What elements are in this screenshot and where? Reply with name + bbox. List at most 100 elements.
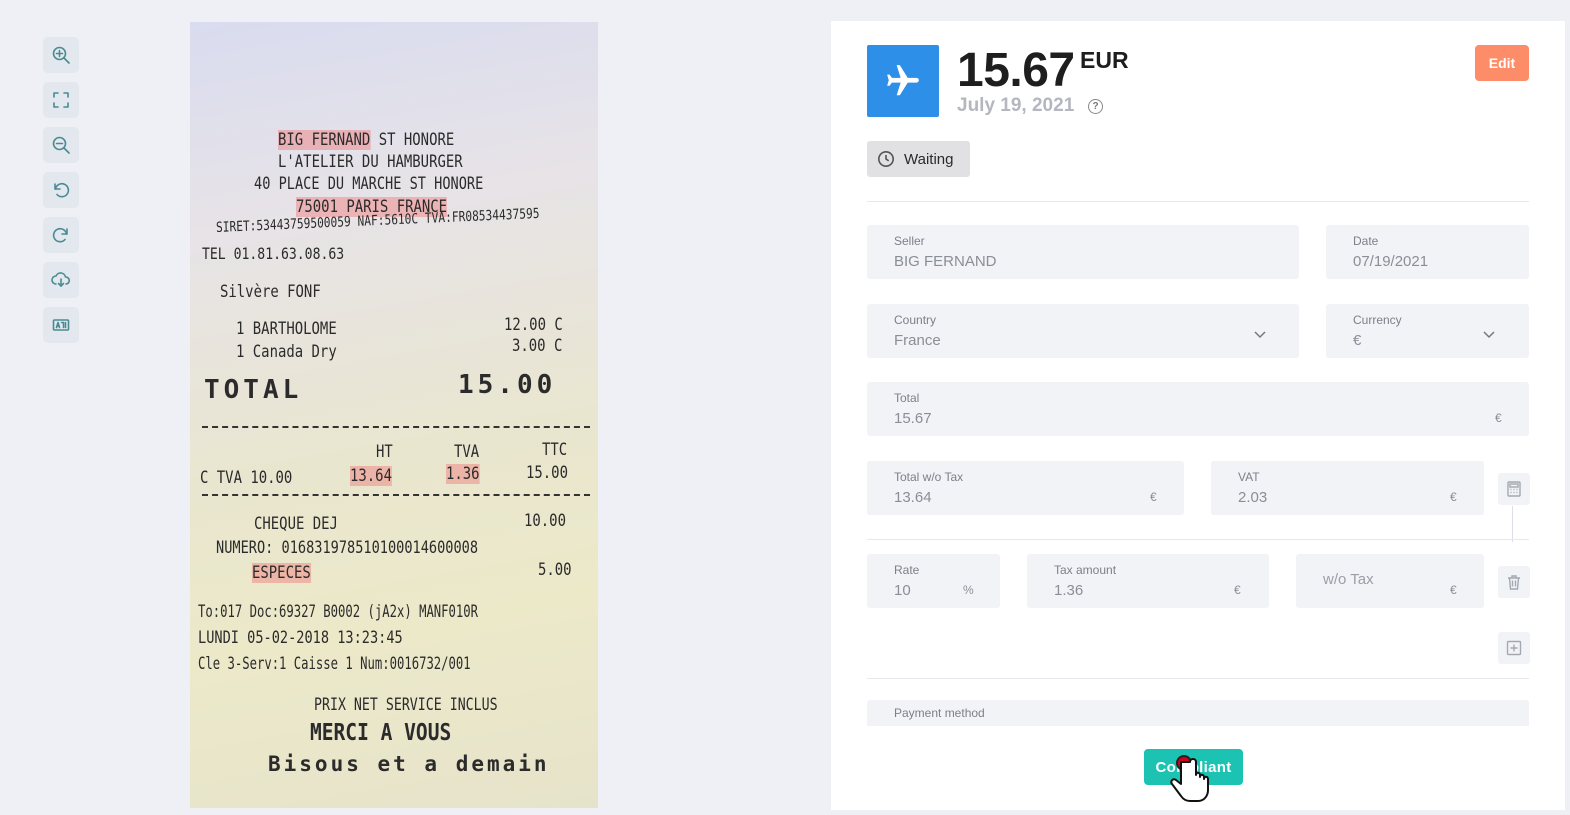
category-badge[interactable] — [867, 45, 939, 117]
connector-line — [1512, 506, 1513, 542]
fullscreen-button[interactable] — [43, 82, 79, 118]
field-value: 10 — [894, 582, 911, 599]
divider — [867, 539, 1529, 540]
receipt-line: 1 BARTHOLOME — [236, 319, 337, 339]
chevron-down-icon — [1483, 326, 1495, 339]
field-label: Seller — [894, 234, 925, 248]
rotate-left-icon — [54, 182, 70, 198]
vat-field[interactable]: VAT 2.03 € — [1211, 461, 1484, 515]
receipt-line: TEL 01.81.63.08.63 — [202, 244, 345, 263]
total-wo-tax-field[interactable]: Total w/o Tax 13.64 € — [867, 461, 1184, 515]
receipt-line: CHEQUE DEJ — [254, 514, 338, 534]
calculator-button[interactable] — [1498, 473, 1530, 505]
airplane-icon — [887, 65, 919, 96]
country-select[interactable]: Country France — [867, 304, 1299, 358]
receipt-line: 10.00 — [524, 511, 566, 531]
field-value: 15.67 — [894, 410, 932, 427]
receipt-line: Bisous et a demain — [268, 752, 550, 776]
receipt-line: C TVA 10.00 — [200, 468, 293, 488]
payment-method-select[interactable]: Payment method — [867, 700, 1529, 726]
tax-amount-field[interactable]: Tax amount 1.36 € — [1027, 554, 1269, 608]
expense-amount: 15.67 — [957, 44, 1075, 97]
fullscreen-icon — [53, 92, 69, 108]
seller-field[interactable]: Seller BIG FERNAND — [867, 225, 1299, 279]
receipt-line: 40 PLACE DU MARCHE ST HONORE — [254, 174, 484, 194]
field-label: Date — [1353, 234, 1379, 248]
receipt-line: 5.00 — [538, 560, 572, 580]
field-label: Currency — [1353, 313, 1402, 327]
receipt-line: To:017 Doc:69327 B0002 (jA2x) MANF010R — [198, 602, 479, 622]
receipt-line: 1.36 — [446, 464, 480, 484]
receipt-line: L'ATELIER DU HAMBURGER — [278, 152, 463, 172]
plus-icon — [1506, 640, 1522, 656]
date-field[interactable]: Date 07/19/2021 — [1326, 225, 1529, 279]
calculator-icon — [1507, 481, 1521, 497]
receipt-line: NUMERO: 016831978510100014600008 — [216, 538, 479, 558]
field-value: 13.64 — [894, 489, 932, 506]
receipt-line: Silvère FONF — [220, 282, 321, 302]
receipt-line: HT — [376, 442, 393, 462]
field-label: VAT — [1238, 470, 1260, 484]
receipt-line: TTC — [542, 440, 568, 460]
edit-button[interactable]: Edit — [1475, 45, 1529, 81]
receipt-line: 3.00 C — [512, 336, 563, 356]
field-value: 1.36 — [1054, 582, 1084, 599]
currency-select[interactable]: Currency € — [1326, 304, 1529, 358]
receipt-line: ESPECES — [252, 563, 311, 583]
rotate-right-button[interactable] — [43, 217, 79, 253]
ocr-button[interactable] — [43, 307, 79, 343]
add-tax-line-button[interactable] — [1498, 632, 1530, 664]
divider — [867, 678, 1529, 679]
field-label: Country — [894, 313, 937, 327]
field-label: Rate — [894, 563, 920, 577]
field-value: 2.03 — [1238, 489, 1268, 506]
field-value: € — [1353, 332, 1362, 349]
expense-panel: 15.67 EUR July 19, 2021 ? Edit Waiting S… — [831, 21, 1565, 810]
receipt-line: LUNDI 05-02-2018 13:23:45 — [198, 628, 403, 648]
receipt-line: Cle 3-Serv:1 Caisse 1 Num:0016732/001 — [198, 654, 471, 674]
image-toolbar — [43, 37, 79, 352]
field-value: 07/19/2021 — [1353, 253, 1429, 270]
unit-label: € — [1450, 490, 1457, 504]
divider — [867, 201, 1529, 202]
field-value: BIG FERNAND — [894, 253, 997, 270]
chevron-down-icon — [1254, 326, 1266, 339]
zoom-out-button[interactable] — [43, 127, 79, 163]
zoom-in-icon — [52, 46, 70, 64]
wo-tax-field[interactable]: w/o Tax € — [1296, 554, 1484, 608]
expense-date: July 19, 2021 — [957, 95, 1075, 116]
zoom-out-icon — [52, 136, 70, 154]
zoom-in-button[interactable] — [43, 37, 79, 73]
delete-tax-line-button[interactable] — [1498, 566, 1530, 598]
unit-label: € — [1150, 490, 1157, 504]
clock-icon — [877, 150, 895, 168]
receipt-line: PRIX NET SERVICE INCLUS — [314, 695, 498, 715]
receipt-line: 15.00 — [526, 463, 568, 483]
currency-code: EUR — [1080, 47, 1129, 73]
total-field[interactable]: Total 15.67 € — [867, 382, 1529, 436]
receipt-line: 13.64 — [350, 466, 392, 486]
field-label: Payment method — [894, 706, 985, 720]
receipt-line: 15.00 — [458, 370, 557, 400]
trash-icon — [1508, 575, 1520, 590]
rotate-left-button[interactable] — [43, 172, 79, 208]
receipt-line: MERCI A VOUS — [310, 720, 452, 746]
receipt-image: BIG FERNAND ST HONORE L'ATELIER DU HAMBU… — [190, 22, 598, 808]
help-icon[interactable]: ? — [1088, 99, 1103, 114]
unit-label: € — [1450, 583, 1457, 597]
cloud-download-icon — [51, 272, 71, 287]
hand-cursor-icon — [1170, 755, 1209, 802]
receipt-divider — [202, 426, 590, 428]
unit-label: % — [963, 583, 974, 597]
receipt-line: BIG FERNAND ST HONORE — [278, 130, 455, 150]
status-badge: Waiting — [867, 141, 970, 177]
field-label: Total w/o Tax — [894, 470, 964, 484]
receipt-line: TVA — [454, 442, 480, 462]
field-label: Total — [894, 391, 920, 405]
rate-field[interactable]: Rate 10 % — [867, 554, 1000, 608]
download-button[interactable] — [43, 262, 79, 298]
status-label: Waiting — [904, 150, 954, 168]
field-placeholder: w/o Tax — [1323, 571, 1374, 588]
rotate-right-icon — [52, 227, 68, 243]
unit-label: € — [1234, 583, 1241, 597]
